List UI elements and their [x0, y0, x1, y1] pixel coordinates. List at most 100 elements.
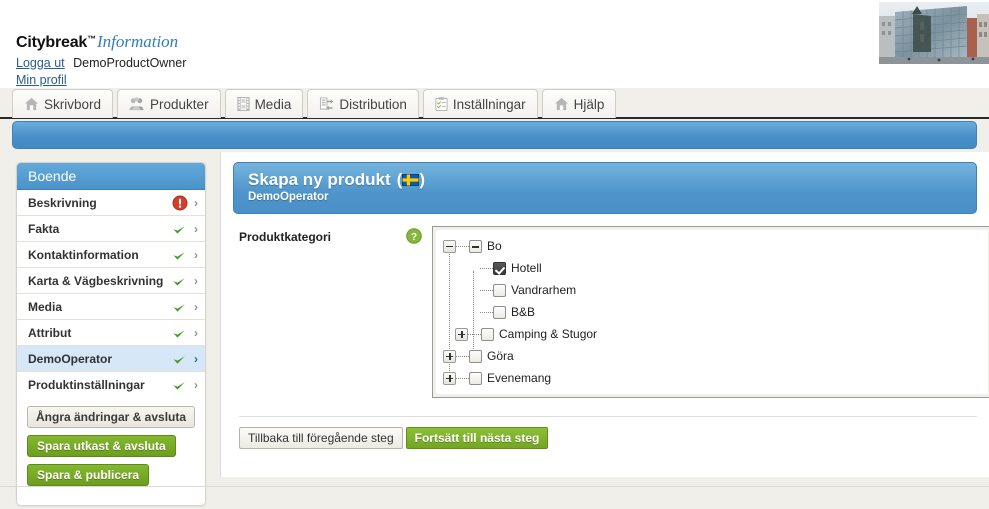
check-icon [172, 247, 188, 263]
tree-node-bo[interactable]: Bo [443, 235, 989, 257]
tree-connector [456, 355, 469, 357]
sidebar-item-label: DemoOperator [28, 351, 113, 366]
sidebar-item-label: Karta & Vägbeskrivning [28, 273, 164, 288]
tab-media[interactable]: Media [224, 89, 304, 118]
save-publish-button[interactable]: Spara & publicera [27, 464, 150, 486]
page-body: Boende Beskrivning › Fakta › Kontaktinfo… [0, 152, 989, 506]
sidebar-item-label: Fakta [28, 221, 60, 236]
expand-expander-icon[interactable] [443, 349, 456, 363]
tab-label: Produkter [150, 96, 209, 112]
tree-node-evenemang[interactable]: Evenemang [443, 367, 989, 389]
tree-checkbox[interactable] [493, 261, 506, 275]
tree-connector [480, 289, 493, 291]
chevron-right-icon: › [194, 273, 198, 288]
logout-link[interactable]: Logga ut [16, 56, 65, 70]
tree-node-vandrarhem[interactable]: Vandrarhem [443, 279, 989, 301]
account-line: Logga ut DemoProductOwner [16, 56, 186, 70]
clipboard-icon [435, 97, 448, 111]
film-icon [236, 97, 250, 111]
sidebar-item-fakta[interactable]: Fakta › [17, 216, 205, 242]
tree-node-label: Hotell [511, 261, 542, 275]
sidebar-item-karta-vagbeskrivning[interactable]: Karta & Vägbeskrivning › [17, 268, 205, 294]
tab-hjalp[interactable]: Hjälp [541, 89, 617, 118]
cityscape-photo-icon [879, 2, 989, 64]
sidebar-item-attribut[interactable]: Attribut › [17, 320, 205, 346]
cancel-changes-button[interactable]: Ångra ändringar & avsluta [27, 406, 196, 428]
sidebar-item-label: Media [28, 299, 63, 314]
sidebar-item-demooperator[interactable]: DemoOperator › [17, 346, 205, 372]
chevron-right-icon: › [194, 351, 198, 366]
distribution-icon [319, 97, 334, 111]
sidebar-item-label: Produktinställningar [28, 378, 145, 392]
svg-text:?: ? [411, 232, 417, 243]
check-icon [172, 299, 188, 315]
expand-expander-icon[interactable] [455, 327, 468, 341]
chevron-right-icon: › [194, 378, 198, 392]
people-icon [129, 97, 145, 111]
check-icon [172, 325, 188, 341]
tree-node-label: Bo [487, 239, 502, 253]
page-bottom-divider [0, 486, 989, 487]
tab-label: Skrivbord [44, 96, 102, 112]
sidebar-item-label: Attribut [28, 325, 72, 340]
page-title: Skapa ny produkt ( ) [248, 170, 976, 190]
tree-checkbox[interactable] [469, 239, 482, 253]
my-profile-link[interactable]: Min profil [16, 73, 67, 87]
collapse-expander-icon[interactable] [443, 239, 456, 253]
page-header: Citybreak™Information Logga ut DemoProdu… [0, 0, 989, 88]
tree-checkbox[interactable] [493, 305, 506, 319]
tab-skrivbord[interactable]: Skrivbord [12, 89, 114, 118]
error-icon [172, 195, 188, 211]
tree-node-label: Evenemang [487, 371, 552, 385]
tree-node-camping-stugor[interactable]: Camping & Stugor [443, 323, 989, 345]
tree-connector [456, 377, 469, 379]
sidebar-action-buttons: Ångra ändringar & avsluta Spara utkast &… [17, 398, 205, 505]
brand-suffix: Information [96, 32, 179, 51]
previous-step-button[interactable]: Tillbaka till föregående steg [239, 427, 403, 449]
tree-checkbox[interactable] [469, 349, 482, 363]
save-draft-button[interactable]: Spara utkast & avsluta [27, 435, 176, 457]
header-photo-image [879, 2, 989, 64]
product-category-form: Produktkategori ? Bo Hotell Vandrarhem B… [239, 226, 989, 408]
sidebar-item-media[interactable]: Media › [17, 294, 205, 320]
content-header: Skapa ny produkt ( ) DemoOperator [233, 162, 977, 214]
tree-node-hotell[interactable]: Hotell [443, 257, 989, 279]
chevron-right-icon: › [194, 247, 198, 262]
form-divider [239, 416, 977, 417]
home-icon [554, 97, 569, 111]
sidebar-item-kontaktinformation[interactable]: Kontaktinformation › [17, 242, 205, 268]
sidebar-item-label: Kontaktinformation [28, 247, 139, 262]
expand-expander-icon[interactable] [443, 371, 456, 385]
username-label: DemoProductOwner [73, 56, 187, 70]
tree-node-label: Vandrarhem [511, 283, 577, 297]
main-navigation-tabs[interactable]: Skrivbord Produkter Media Distribution I… [12, 87, 620, 118]
tab-distribution[interactable]: Distribution [307, 89, 419, 118]
chevron-right-icon: › [194, 325, 198, 340]
next-step-button[interactable]: Fortsätt till nästa steg [405, 427, 549, 449]
help-icon[interactable]: ? [406, 228, 422, 247]
brand-name: Citybreak [16, 34, 88, 51]
chevron-right-icon: › [194, 221, 198, 236]
check-icon [172, 221, 188, 237]
category-tree[interactable]: Bo Hotell Vandrarhem B&B Camping & Stugo… [432, 226, 989, 398]
tree-node-label: Camping & Stugor [499, 327, 598, 341]
sidebar-item-label: Beskrivning [28, 195, 97, 210]
tree-node-gora[interactable]: Göra [443, 345, 989, 367]
sidebar-item-beskrivning[interactable]: Beskrivning › [17, 190, 205, 216]
tree-checkbox[interactable] [481, 327, 494, 341]
tree-checkbox[interactable] [469, 371, 482, 385]
tree-checkbox[interactable] [493, 283, 506, 297]
check-icon [172, 351, 188, 367]
tab-produkter[interactable]: Produkter [117, 89, 221, 118]
sidebar-item-produktinstallningar[interactable]: Produktinställningar › [17, 372, 205, 398]
brand-trademark-icon: ™ [87, 34, 96, 44]
tree-node-bnb[interactable]: B&B [443, 301, 989, 323]
tab-installningar[interactable]: Inställningar [422, 89, 538, 118]
check-icon [172, 273, 188, 289]
tab-label: Media [254, 96, 292, 112]
content-panel: Skapa ny produkt ( ) DemoOperator Produk… [220, 152, 989, 477]
tree-connector [480, 311, 493, 313]
